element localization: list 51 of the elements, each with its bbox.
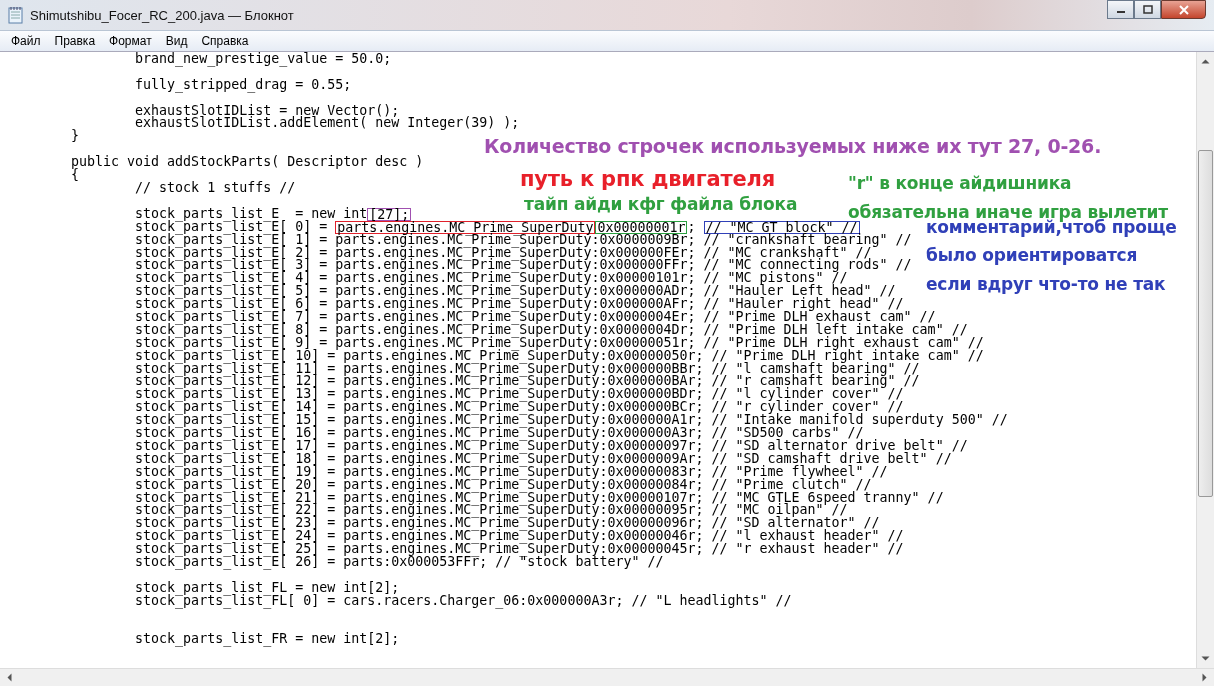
code-line: stock_parts_list_FL[ 0] = cars.racers.Charger_06:0x000000A3r; // "L headlights" // xyxy=(134,594,792,608)
code-line: } xyxy=(70,130,80,144)
menu-item[interactable]: Правка xyxy=(47,34,103,48)
code-line: stock_parts_list_FL = new int[2]; xyxy=(134,581,400,595)
code-text: ; xyxy=(687,218,697,234)
annotation-text: если вдруг что-то не так xyxy=(926,275,1166,294)
code-line: { xyxy=(70,169,80,182)
code-line: stock_parts_list_FR = new int[2]; xyxy=(134,633,400,647)
code-line: stock_parts_list_E[ 9] = parts.engines.MC_Prime_SuperDuty:0x00000051r; // "Prime DLH right exhaust cam" // xyxy=(134,336,984,350)
code-line: stock_parts_list_E[ 20] = parts.engines.MC_Prime_SuperDuty:0x00000084r; // "Prime clutch" // xyxy=(134,478,872,492)
menu-item[interactable]: Формат xyxy=(102,34,159,48)
notepad-icon xyxy=(8,6,24,24)
annotation-text: тайп айди кфг файла блока xyxy=(524,195,798,214)
code-line: stock_parts_list_E[ 17] = parts.engines.MC_Prime_SuperDuty:0x00000097r; // "SD alternator drive belt" // xyxy=(134,439,968,453)
close-button[interactable] xyxy=(1161,0,1206,19)
code-line: exhaustSlotIDList.addElement( new Integer(39) ); xyxy=(134,117,520,131)
annotation-text: Количество строчек используемых ниже их тут 27, 0-26. xyxy=(484,136,1102,157)
scroll-thumb[interactable] xyxy=(1198,150,1213,497)
menu-item[interactable]: Справка xyxy=(194,34,256,48)
horizontal-scrollbar[interactable] xyxy=(0,668,1214,686)
code-line: stock_parts_list_E[ 7] = parts.engines.MC_Prime_SuperDuty:0x0000004Er; // "Prime DLH exhaust cam" // xyxy=(134,311,936,324)
maximize-icon xyxy=(1142,5,1153,14)
menu-item[interactable]: Файл xyxy=(4,34,48,48)
code-line: // stock 1 stuffs // xyxy=(134,181,296,195)
code-text: stock_parts_list_E = new int xyxy=(134,205,368,221)
code-line: stock_parts_list_E[ 18] = parts.engines.MC_Prime_SuperDuty:0x0000009Ar; // "SD camshaft drive belt" // xyxy=(134,452,952,466)
minimize-button[interactable] xyxy=(1107,0,1134,19)
code-line: stock_parts_list_E[ 10] = parts.engines.MC_Prime_SuperDuty:0x00000050r; // "Prime DLH right intake cam" // xyxy=(134,349,984,363)
annotation-text: путь к рпк двигателя xyxy=(520,168,775,192)
highlighted-code: parts.engines.MC_Prime_SuperDuty xyxy=(335,220,596,234)
code-line: stock_parts_list_E[ 25] = parts.engines.MC_Prime_SuperDuty:0x00000045r; // "r exhaust header" // xyxy=(134,543,904,556)
highlighted-code: 0x00000001r xyxy=(595,220,688,234)
vertical-scrollbar[interactable] xyxy=(1196,52,1214,668)
scroll-down-icon[interactable] xyxy=(1201,656,1210,662)
scroll-up-icon[interactable] xyxy=(1201,58,1210,64)
code-line: stock_parts_list_E[ 16] = parts.engines.MC_Prime_SuperDuty:0x000000A3r; // "SD500 carbs" // xyxy=(134,427,864,440)
scroll-right-icon[interactable] xyxy=(1202,673,1208,682)
annotation-text: "r" в конце айдишника xyxy=(848,174,1072,193)
window-title: Shimutshibu_Focer_RC_200.java — Блокнот xyxy=(30,7,294,23)
highlighted-code: // "MC GT block" // xyxy=(703,220,860,234)
code-line: public void addStockParts( Descriptor desc ) xyxy=(70,156,424,169)
code-line: fully_stripped_drag = 0.55; xyxy=(134,78,352,92)
scroll-left-icon[interactable] xyxy=(6,673,12,682)
code-line: stock_parts_list_E[ 19] = parts.engines.MC_Prime_SuperDuty:0x00000083r; // "Prime flywheel" // xyxy=(134,465,888,479)
code-line: brand_new_prestige_value = 50.0; xyxy=(134,53,392,66)
maximize-button[interactable] xyxy=(1134,0,1161,19)
highlighted-code: [27]; xyxy=(367,207,412,221)
annotation-text: было ориентироватся xyxy=(926,246,1138,265)
menu-item[interactable]: Вид xyxy=(158,34,195,48)
code-line: stock_parts_list_E[ 8] = parts.engines.MC_Prime_SuperDuty:0x0000004Dr; // "Prime DLH left intake cam" // xyxy=(134,323,968,337)
close-icon xyxy=(1177,4,1190,15)
